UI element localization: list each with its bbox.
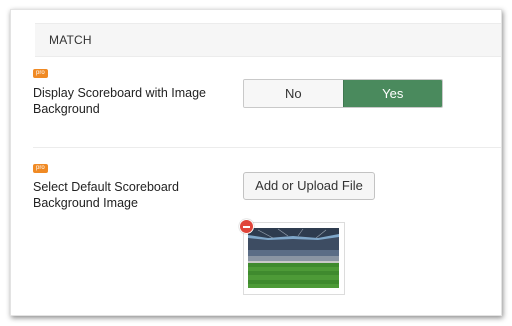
remove-image-icon[interactable] [239,219,254,234]
pro-badge: pro [33,164,48,173]
option-yes-button[interactable]: Yes [342,80,442,107]
divider [33,147,501,148]
stadium-photo [248,228,339,288]
add-upload-file-button[interactable]: Add or Upload File [243,172,375,200]
display-scoreboard-toggle[interactable]: No Yes [243,79,443,108]
option-no-button[interactable]: No [244,80,343,107]
image-thumbnail[interactable] [243,222,345,295]
section-title: MATCH [49,33,92,47]
background-image-label: Select Default Scoreboard Background Ima… [33,180,179,210]
pro-badge: pro [33,69,48,78]
section-header: MATCH [35,23,501,57]
display-scoreboard-label: Display Scoreboard with Image Background [33,86,206,116]
settings-panel: MATCH pro Display Scoreboard with Image … [10,9,502,316]
